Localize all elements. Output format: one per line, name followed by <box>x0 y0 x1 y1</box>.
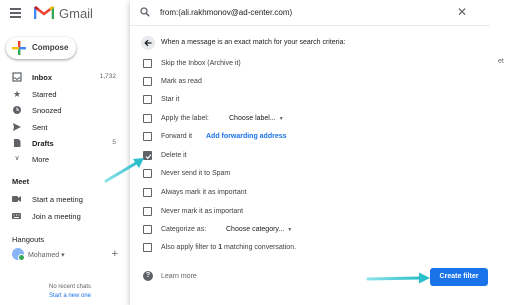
sidebar-item-snoozed[interactable]: Snoozed <box>0 102 124 118</box>
clipped-background-text: et <box>498 58 504 65</box>
hangouts-user-name: Mohamed ▾ <box>28 252 65 259</box>
option-label: Mark as read <box>161 78 202 85</box>
sidebar-item-starred[interactable]: ★ Starred <box>0 86 124 102</box>
option-label: Also apply filter to 1 matching conversa… <box>161 244 297 251</box>
sidebar-item-label: Drafts <box>32 139 54 148</box>
option-label: Delete it <box>161 152 187 159</box>
join-meeting-label: Join a meeting <box>32 212 81 221</box>
option-label: Always mark it as important <box>161 189 247 196</box>
join-meeting-item[interactable]: Join a meeting <box>0 208 124 224</box>
gmail-header: Gmail <box>0 0 130 26</box>
search-icon[interactable] <box>140 7 150 17</box>
criteria-heading: When a message is an exact match for you… <box>161 39 346 46</box>
option-label: Skip the Inbox (Archive it) <box>161 60 241 67</box>
caret-down-icon: ▼ <box>278 116 284 122</box>
back-button[interactable] <box>141 36 155 50</box>
no-recent-chats-text: No recent chats <box>48 284 92 290</box>
option-label: Forward it <box>161 133 193 140</box>
learn-more-link[interactable]: Learn more <box>161 273 197 280</box>
sidebar-item-inbox[interactable]: Inbox 1,732 <box>0 69 124 85</box>
compose-plus-icon <box>12 41 26 55</box>
checkbox[interactable] <box>143 114 152 123</box>
check-icon <box>145 153 151 159</box>
main-menu-icon[interactable] <box>10 8 21 18</box>
sidebar-item-label: Starred <box>32 90 57 99</box>
chevron-down-icon: ∨ <box>14 155 20 162</box>
start-new-chat-link[interactable]: Start a new one <box>30 293 110 299</box>
caret-down-icon: ▼ <box>287 227 293 233</box>
start-meeting-item[interactable]: Start a meeting <box>0 191 124 207</box>
compose-label: Compose <box>32 43 69 52</box>
checkbox[interactable] <box>143 132 152 141</box>
sidebar-item-drafts[interactable]: Drafts 5 <box>0 135 124 151</box>
avatar <box>12 248 25 261</box>
checkbox[interactable] <box>143 59 152 68</box>
option-mark-read[interactable]: Mark as read <box>143 75 473 89</box>
sidebar-item-label: More <box>32 155 50 164</box>
option-never-important[interactable]: Never mark it as important <box>143 205 473 219</box>
hangouts-user[interactable]: Mohamed ▾ + <box>12 248 122 262</box>
add-forwarding-link[interactable]: Add forwarding address <box>206 133 287 140</box>
checkbox[interactable] <box>143 169 152 178</box>
clock-icon <box>13 106 21 114</box>
sidebar-item-sent[interactable]: Sent <box>0 119 124 135</box>
option-apply-existing[interactable]: Also apply filter to 1 matching conversa… <box>143 241 473 255</box>
checkbox[interactable] <box>143 188 152 197</box>
checkbox[interactable] <box>143 95 152 104</box>
option-never-spam[interactable]: Never send it to Spam <box>143 167 473 181</box>
option-label: Categorize as: <box>161 226 207 233</box>
help-icon[interactable]: ? <box>143 271 153 281</box>
option-star[interactable]: Star it <box>143 93 473 107</box>
video-camera-icon <box>12 196 21 202</box>
inbox-icon <box>12 72 22 82</box>
option-skip-inbox[interactable]: Skip the Inbox (Archive it) <box>143 57 473 71</box>
checkbox-checked[interactable] <box>143 151 152 160</box>
option-categorize[interactable]: Categorize as: Choose category... ▼ <box>143 223 473 237</box>
search-bar[interactable]: from:(ali.rakhmonov@ad-center.com) ✕ <box>130 0 490 26</box>
category-select[interactable]: Choose category... ▼ <box>226 226 292 233</box>
option-label: Apply the label: <box>161 115 209 122</box>
hangouts-heading: Hangouts <box>12 235 45 244</box>
checkbox[interactable] <box>143 225 152 234</box>
gmail-logo-icon[interactable] <box>34 5 54 20</box>
send-icon <box>13 123 21 131</box>
add-chat-icon[interactable]: + <box>112 248 118 260</box>
create-filter-button[interactable]: Create filter <box>430 268 488 286</box>
checkbox[interactable] <box>143 243 152 252</box>
option-delete[interactable]: Delete it <box>143 149 473 163</box>
checkbox[interactable] <box>143 207 152 216</box>
close-icon[interactable]: ✕ <box>456 6 468 18</box>
star-icon: ★ <box>12 89 22 99</box>
option-forward[interactable]: Forward it Add forwarding address <box>143 130 473 144</box>
gmail-brand: Gmail <box>59 6 93 21</box>
search-input[interactable]: from:(ali.rakhmonov@ad-center.com) <box>160 8 292 17</box>
keyboard-icon <box>12 213 21 219</box>
inbox-count: 1,732 <box>99 73 116 80</box>
sidebar-item-label: Inbox <box>32 73 52 82</box>
option-label: Never mark it as important <box>161 208 244 215</box>
gmail-sidebar: Gmail Compose Inbox 1,732 ★ Starred Snoo… <box>0 0 130 305</box>
sidebar-item-more[interactable]: ∨ More <box>0 151 124 167</box>
option-label: Never send it to Spam <box>161 170 231 177</box>
option-label: Star it <box>161 96 180 103</box>
label-select[interactable]: Choose label... ▼ <box>229 115 284 122</box>
meet-heading: Meet <box>12 177 30 186</box>
checkbox[interactable] <box>143 77 152 86</box>
filter-dialog: from:(ali.rakhmonov@ad-center.com) ✕ Whe… <box>130 0 506 305</box>
arrow-left-icon <box>144 39 152 47</box>
sidebar-item-label: Sent <box>32 123 48 132</box>
drafts-count: 5 <box>112 139 116 146</box>
draft-icon <box>14 139 21 147</box>
option-apply-label[interactable]: Apply the label: Choose label... ▼ <box>143 112 473 126</box>
option-always-important[interactable]: Always mark it as important <box>143 186 473 200</box>
compose-button[interactable]: Compose <box>6 37 76 59</box>
sidebar-item-label: Snoozed <box>32 106 62 115</box>
start-meeting-label: Start a meeting <box>32 195 83 204</box>
